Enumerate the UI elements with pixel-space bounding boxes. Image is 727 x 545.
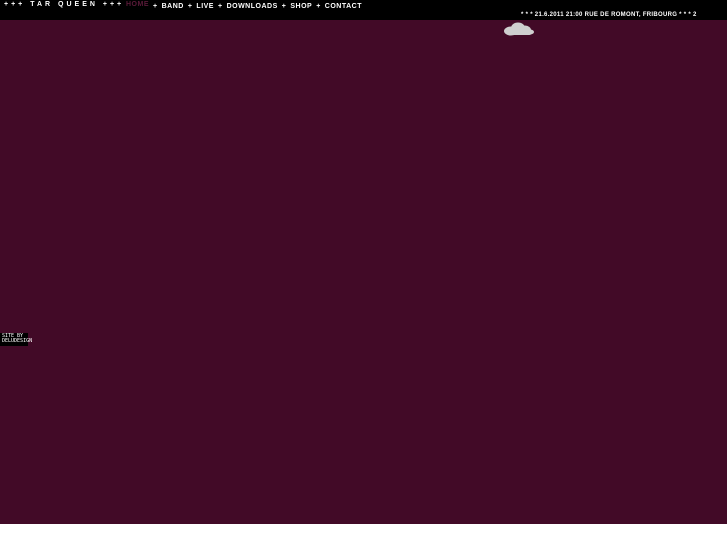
nav-separator: + (187, 2, 193, 10)
event-ticker-text: * * * 21.6.2011 21:00 RUE DE ROMONT, FRI… (521, 12, 697, 18)
nav-separator: + (153, 2, 158, 10)
event-ticker: * * * 21.6.2011 21:00 RUE DE ROMONT, FRI… (0, 11, 727, 20)
nav-item-live[interactable]: LIVE (196, 3, 214, 11)
nav-separator: + (217, 2, 223, 10)
nav-separator: + (316, 2, 321, 10)
site-credit-badge[interactable]: SITE BY DELUDESIGN (0, 333, 33, 346)
nav-item-shop[interactable]: SHOP (290, 3, 312, 11)
top-navigation-bar: +++ TAR QUEEN +++ HOME + BAND + LIVE + D… (0, 0, 727, 11)
credit-line-2: DELUDESIGN (2, 338, 33, 344)
site-brand[interactable]: +++ TAR QUEEN +++ (4, 1, 124, 9)
nav-item-contact[interactable]: CONTACT (325, 3, 362, 11)
nav-item-home[interactable]: HOME (126, 1, 149, 11)
page-background: +++ TAR QUEEN +++ HOME + BAND + LIVE + D… (0, 0, 727, 524)
main-nav: HOME + BAND + LIVE + DOWNLOADS + SHOP + … (126, 1, 362, 11)
nav-item-downloads[interactable]: DOWNLOADS (227, 3, 278, 11)
cloud-icon (504, 22, 534, 36)
nav-item-band[interactable]: BAND (162, 3, 184, 11)
nav-separator: + (281, 2, 287, 10)
